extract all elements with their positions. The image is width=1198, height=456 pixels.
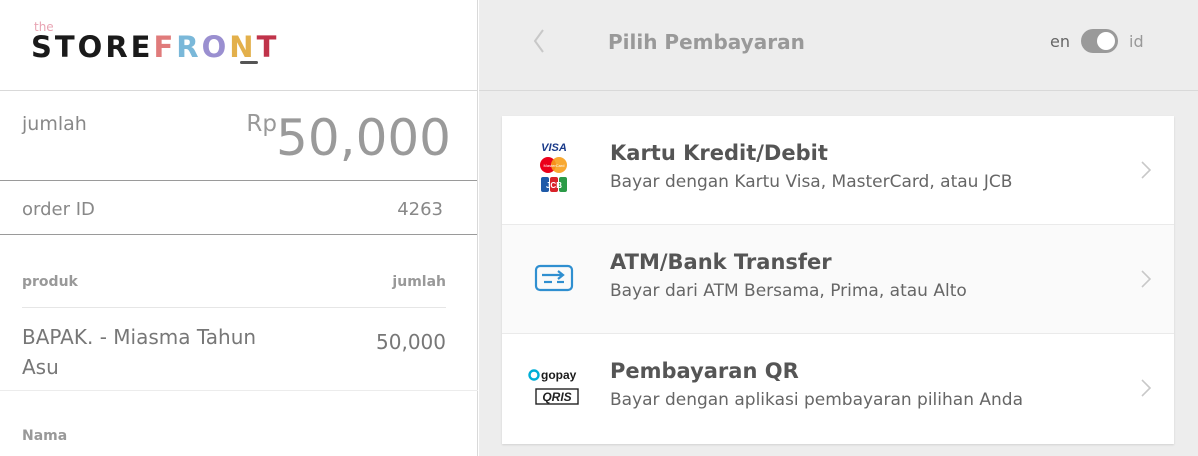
chevron-right-icon <box>1141 161 1152 179</box>
page-title: Pilih Pembayaran <box>608 30 805 54</box>
payment-method-title: ATM/Bank Transfer <box>610 250 832 274</box>
payment-method-bank-transfer[interactable]: ATM/Bank Transfer Bayar dari ATM Bersama… <box>502 225 1174 334</box>
payment-method-desc: Bayar dari ATM Bersama, Prima, atau Alto <box>610 281 967 301</box>
product-name: BAPAK. - Miasma Tahun Asu <box>22 325 257 379</box>
payment-header: Pilih Pembayaran en id <box>479 0 1198 91</box>
brand-header: the STOREFRONT <box>0 0 477 91</box>
visa-logo-text: VISA <box>541 142 567 154</box>
chevron-right-icon <box>1141 270 1152 288</box>
jcb-logo-text: JCB <box>546 181 562 190</box>
order-id-row: order ID 4263 <box>0 181 477 235</box>
amount-value: 50,000 <box>276 109 451 167</box>
payment-method-title: Pembayaran QR <box>610 359 799 383</box>
items-table-header: produk jumlah <box>22 272 446 308</box>
payment-method-title: Kartu Kredit/Debit <box>610 141 828 165</box>
back-button[interactable] <box>527 24 555 58</box>
amount-currency: Rp <box>246 111 277 137</box>
payment-method-desc: Bayar dengan aplikasi pembayaran pilihan… <box>610 390 1023 410</box>
chevron-left-icon <box>533 29 544 53</box>
column-header-amount: jumlah <box>392 274 446 290</box>
payment-method-card[interactable]: VISA MasterCard JCB Kartu Kredit/Debit B… <box>502 116 1174 225</box>
payment-method-qr[interactable]: gopay QRIS Pembayaran QR Bayar dengan ap… <box>502 334 1174 444</box>
order-summary-panel: the STOREFRONT jumlah Rp 50,000 order ID… <box>0 0 478 456</box>
amount-row: jumlah Rp 50,000 <box>0 91 477 181</box>
table-row: BAPAK. - Miasma Tahun Asu 50,000 <box>0 308 478 391</box>
name-label: Nama <box>22 428 68 444</box>
qris-logo-text: QRIS <box>542 390 571 404</box>
language-option-id[interactable]: id <box>1129 32 1144 51</box>
chevron-right-icon <box>1141 379 1152 397</box>
language-option-en[interactable]: en <box>1050 32 1070 51</box>
column-header-product: produk <box>22 274 78 290</box>
mastercard-logo-text: MasterCard <box>544 163 565 168</box>
card-brands-icon: VISA MasterCard JCB <box>540 142 567 192</box>
payment-method-desc: Bayar dengan Kartu Visa, MasterCard, ata… <box>610 172 1013 192</box>
storefront-logo: STOREFRONT <box>31 30 280 64</box>
order-id-value: 4263 <box>397 199 443 220</box>
product-amount: 50,000 <box>376 330 446 354</box>
payment-methods-list: VISA MasterCard JCB Kartu Kredit/Debit B… <box>502 116 1174 444</box>
toggle-knob <box>1097 32 1115 50</box>
language-toggle[interactable] <box>1081 29 1118 53</box>
gopay-qris-icon: gopay QRIS <box>528 368 579 405</box>
payment-panel: Pilih Pembayaran en id VISA MasterCard J… <box>479 0 1198 456</box>
amount-label: jumlah <box>22 113 87 135</box>
gopay-logo-text: gopay <box>541 368 577 382</box>
bank-transfer-icon <box>534 264 574 292</box>
logo-underline <box>240 61 258 64</box>
order-id-label: order ID <box>22 199 95 220</box>
